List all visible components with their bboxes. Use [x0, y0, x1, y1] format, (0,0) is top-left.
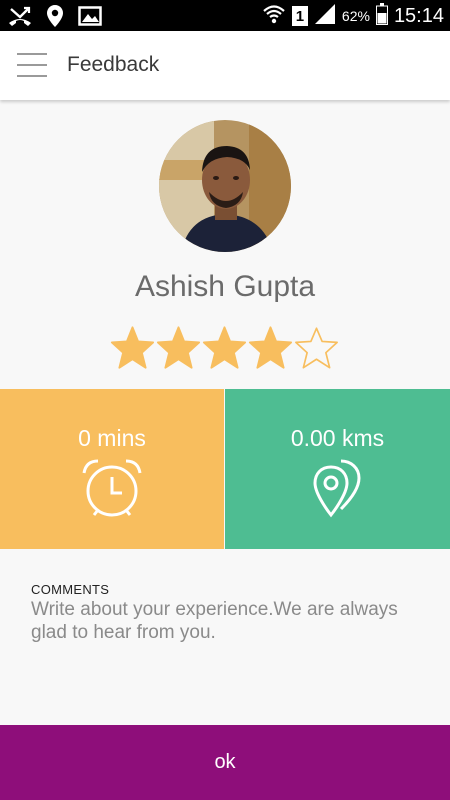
- comments-input[interactable]: [31, 598, 421, 708]
- star-rating[interactable]: [110, 324, 342, 372]
- trip-distance-value: 0.00 kms: [290, 425, 385, 451]
- star-1-icon[interactable]: [110, 324, 155, 372]
- star-2-icon[interactable]: [156, 324, 201, 372]
- driver-avatar: [159, 120, 291, 252]
- image-icon: [78, 6, 102, 30]
- wifi-icon: [262, 3, 286, 29]
- signal-icon: [314, 3, 336, 29]
- battery-icon: [375, 3, 388, 29]
- star-3-icon[interactable]: [202, 324, 247, 372]
- sim-slot-badge: 1: [291, 6, 308, 26]
- star-4-icon[interactable]: [248, 324, 293, 372]
- comments-label: COMMENTS: [31, 582, 110, 597]
- trip-distance-tile: 0.00 kms: [225, 389, 450, 549]
- driver-name: Ashish Gupta: [134, 270, 316, 303]
- page-title: Feedback: [67, 53, 160, 76]
- status-bar: 1 62% 15:14: [0, 0, 450, 31]
- star-5-icon[interactable]: [294, 324, 339, 372]
- ok-button[interactable]: ok: [0, 725, 450, 800]
- missed-call-icon: [8, 5, 32, 31]
- trip-time-value: 0 mins: [78, 425, 146, 451]
- status-bar-notifications: [8, 4, 102, 32]
- clock: 15:14: [393, 4, 444, 27]
- menu-icon[interactable]: [17, 53, 47, 77]
- alarm-clock-icon: [80, 457, 144, 523]
- map-pins-icon: [313, 457, 365, 523]
- app-bar: Feedback: [0, 31, 450, 100]
- battery-percent: 62%: [341, 8, 370, 24]
- trip-time-tile: 0 mins: [0, 389, 224, 549]
- location-icon: [46, 4, 64, 32]
- status-bar-system: 1 62% 15:14: [262, 3, 444, 29]
